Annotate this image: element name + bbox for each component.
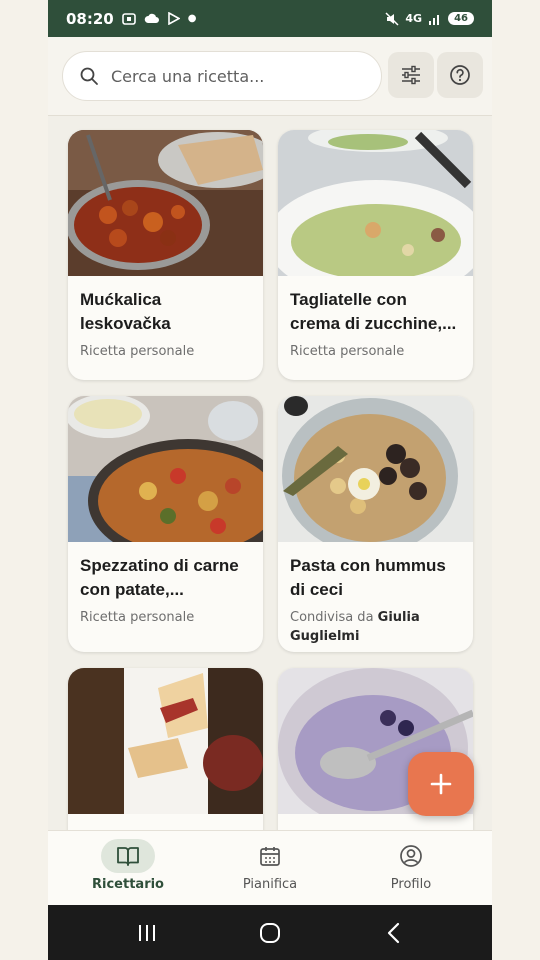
book-icon	[117, 847, 139, 866]
add-recipe-button[interactable]	[408, 752, 474, 816]
nav-pill-active	[101, 839, 155, 873]
nav-item-profilo[interactable]: Profilo	[351, 839, 471, 892]
recipe-card[interactable]	[68, 668, 263, 830]
profile-icon	[400, 845, 422, 867]
recipe-card[interactable]: Spezzatino di carne con patate,... Ricet…	[68, 396, 263, 652]
nav-label: Ricettario	[92, 877, 164, 892]
nav-item-ricettario[interactable]: Ricettario	[68, 839, 188, 892]
plus-icon	[430, 773, 452, 795]
recipe-subtitle: Ricetta personale	[80, 610, 195, 625]
nav-label: Profilo	[390, 877, 432, 892]
recipe-image	[278, 130, 473, 276]
recipe-subtitle: Ricetta personale	[80, 344, 195, 359]
screenshot-icon	[121, 12, 136, 25]
shared-by-label: Condivisa da	[290, 610, 374, 625]
recipe-title: Tagliatelle con crema di zucchine,...	[290, 290, 457, 333]
notification-dot-icon: ●	[187, 13, 197, 24]
sliders-icon	[402, 65, 420, 85]
search-icon	[80, 67, 98, 85]
nav-label: Pianifica	[242, 877, 298, 892]
recipe-image	[68, 668, 263, 814]
recipe-title: Mućkalica leskovačka	[80, 290, 171, 333]
system-navigation-bar	[48, 905, 492, 960]
status-bar: 08:20 ● 4G 46	[48, 0, 492, 37]
recipe-subtitle: Ricetta personale	[290, 344, 405, 359]
nav-item-pianifica[interactable]: Pianifica	[210, 839, 330, 892]
recipe-image	[278, 396, 473, 542]
recipe-card[interactable]: Tagliatelle con crema di zucchine,... Ri…	[278, 130, 473, 380]
filter-button[interactable]	[388, 52, 434, 98]
network-label: 4G	[405, 12, 423, 25]
nav-pill	[384, 839, 438, 873]
recipe-subtitle: Condivisa da Giulia Guglielmi	[290, 608, 461, 646]
search-placeholder: Cerca una ricetta...	[111, 66, 265, 86]
recent-apps-icon[interactable]	[136, 923, 158, 943]
recipe-image	[68, 396, 263, 542]
status-time: 08:20	[66, 9, 114, 28]
recipe-image	[68, 130, 263, 276]
mute-icon	[385, 11, 399, 26]
play-store-icon	[167, 12, 180, 25]
battery-badge: 46	[448, 12, 474, 25]
back-icon[interactable]	[386, 922, 402, 944]
nav-pill	[243, 839, 297, 873]
search-input[interactable]: Cerca una ricetta...	[62, 51, 382, 101]
recipe-card[interactable]: Mućkalica leskovačka Ricetta personale	[68, 130, 263, 380]
app-screen: 08:20 ● 4G 46 Cerca una ricetta... Mućka…	[48, 0, 492, 960]
recipe-title: Pasta con hummus di ceci	[290, 556, 446, 599]
calendar-icon	[260, 847, 280, 866]
recipe-title: Spezzatino di carne con patate,...	[80, 556, 239, 599]
recipe-grid: Mućkalica leskovačka Ricetta personale T…	[48, 116, 492, 830]
help-button[interactable]	[437, 52, 483, 98]
home-icon[interactable]	[259, 922, 281, 944]
recipe-card[interactable]: Pasta con hummus di ceci Condivisa da Gi…	[278, 396, 473, 652]
cloud-icon	[144, 13, 159, 23]
help-circle-icon	[450, 65, 470, 85]
signal-icon	[429, 14, 440, 25]
top-bar: Cerca una ricetta...	[48, 37, 492, 116]
bottom-navigation: Ricettario Pianifica Profilo	[48, 830, 492, 906]
